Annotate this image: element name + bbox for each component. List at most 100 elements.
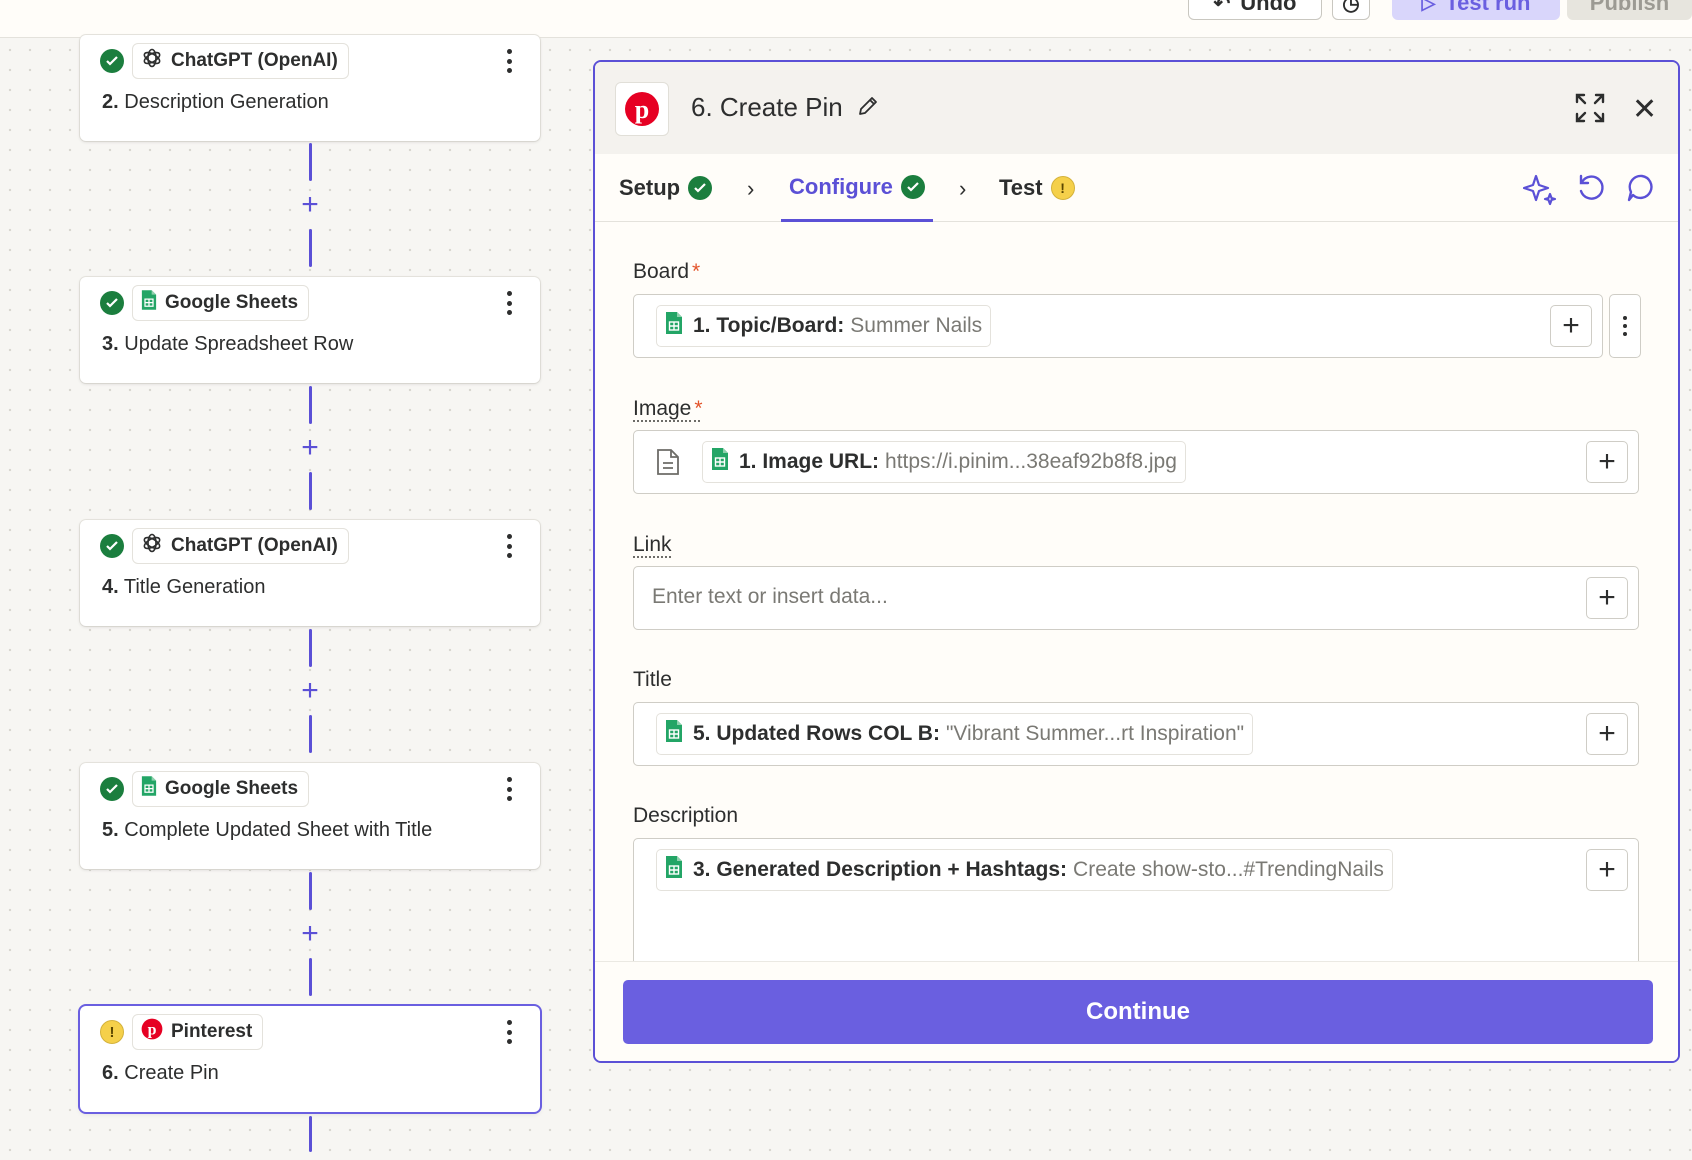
image-label: Image * — [633, 397, 703, 420]
sparkle-icon[interactable] — [1522, 172, 1557, 211]
insert-data-button[interactable]: + — [1586, 577, 1628, 619]
connector-line — [309, 386, 312, 424]
description-field[interactable]: 3. Generated Description + Hashtags: Cre… — [633, 838, 1639, 978]
panel-title: 6. Create Pin — [691, 92, 843, 122]
add-step-button[interactable]: + — [297, 190, 323, 220]
undo-icon: ↶ — [1213, 0, 1231, 15]
add-step-button[interactable]: + — [297, 433, 323, 463]
check-icon — [100, 291, 124, 315]
more-options-icon[interactable] — [500, 47, 518, 75]
warning-icon: ! — [1050, 176, 1075, 200]
app-badge: ChatGPT (OpenAI) — [132, 528, 349, 564]
openai-icon — [141, 47, 163, 75]
panel-footer: Continue — [595, 961, 1678, 1061]
connector-line — [309, 1116, 312, 1152]
continue-button[interactable]: Continue — [623, 980, 1653, 1044]
app-badge: Google Sheets — [132, 285, 310, 321]
app-badge: Google Sheets — [132, 771, 310, 807]
step-card[interactable]: Google Sheets 5. Complete Updated Sheet w… — [80, 763, 540, 869]
undo-button[interactable]: ↶ Undo — [1188, 0, 1322, 20]
field-options-button[interactable] — [1609, 294, 1641, 358]
image-field[interactable]: 1. Image URL: https://i.pinim...38eaf92b… — [633, 430, 1639, 494]
pencil-icon[interactable] — [857, 95, 879, 122]
top-toolbar: ↶ Undo ◷ ▷ Test run Publish — [0, 0, 1692, 38]
step-editor-panel: p 6. Create Pin ✕ Setup › Configure › Te… — [593, 60, 1680, 1063]
board-field[interactable]: 1. Topic/Board: Summer Nails + — [633, 294, 1603, 358]
step-title: 5. Complete Updated Sheet with Title — [102, 819, 433, 841]
close-icon[interactable]: ✕ — [1632, 95, 1657, 125]
connector-line — [309, 872, 312, 910]
connector-line — [309, 472, 312, 510]
more-options-icon[interactable] — [500, 289, 518, 317]
pinterest-icon: p — [615, 82, 669, 136]
connector-line — [309, 143, 312, 181]
connector-line — [309, 958, 312, 996]
step-title: 3. Update Spreadsheet Row — [102, 333, 354, 355]
chevron-right-icon: › — [747, 176, 755, 201]
more-options-icon[interactable] — [500, 775, 518, 803]
pinterest-icon: p — [141, 1018, 163, 1046]
step-card[interactable]: ! p Pinterest 6. Create Pin — [80, 1006, 540, 1112]
add-step-button[interactable]: + — [297, 676, 323, 706]
step-card[interactable]: ChatGPT (OpenAI) 4. Title Generation — [80, 520, 540, 626]
google-sheets-icon — [665, 855, 683, 885]
insert-data-button[interactable]: + — [1586, 441, 1628, 483]
warning-icon: ! — [100, 1020, 124, 1044]
title-field[interactable]: 5. Updated Rows COL B: "Vibrant Summer..… — [633, 702, 1639, 766]
test-run-button[interactable]: ▷ Test run — [1392, 0, 1560, 20]
document-icon — [656, 448, 680, 481]
link-label: Link — [633, 533, 672, 556]
step-card[interactable]: Google Sheets 3. Update Spreadsheet Row — [80, 277, 540, 383]
title-label: Title — [633, 668, 672, 691]
google-sheets-icon — [711, 447, 729, 477]
check-icon — [900, 174, 925, 199]
history-button[interactable]: ◷ — [1332, 0, 1370, 20]
check-icon — [100, 777, 124, 801]
connector-line — [309, 229, 312, 267]
reset-icon[interactable] — [1575, 172, 1607, 209]
insert-data-button[interactable]: + — [1550, 305, 1592, 347]
step-title: 2. Description Generation — [102, 91, 329, 113]
google-sheets-icon — [141, 775, 157, 803]
check-icon — [100, 49, 124, 73]
connector-line — [309, 629, 312, 667]
link-field[interactable]: Enter text or insert data... + — [633, 566, 1639, 630]
tab-setup[interactable]: Setup — [619, 154, 713, 222]
chevron-right-icon: › — [959, 176, 967, 201]
step-title: 4. Title Generation — [102, 576, 266, 598]
data-chip[interactable]: 1. Topic/Board: Summer Nails — [656, 305, 992, 347]
app-badge: p Pinterest — [132, 1014, 264, 1050]
comment-icon[interactable] — [1625, 172, 1657, 209]
play-icon: ▷ — [1421, 0, 1436, 13]
google-sheets-icon — [141, 289, 157, 317]
data-chip[interactable]: 1. Image URL: https://i.pinim...38eaf92b… — [702, 441, 1186, 483]
clock-icon: ◷ — [1342, 0, 1360, 15]
data-chip[interactable]: 5. Updated Rows COL B: "Vibrant Summer..… — [656, 713, 1254, 755]
openai-icon — [141, 532, 163, 560]
check-icon — [100, 534, 124, 558]
svg-text:p: p — [635, 95, 649, 124]
google-sheets-icon — [665, 311, 683, 341]
app-badge: ChatGPT (OpenAI) — [132, 43, 349, 79]
more-options-icon[interactable] — [500, 532, 518, 560]
insert-data-button[interactable]: + — [1586, 713, 1628, 755]
step-card[interactable]: ChatGPT (OpenAI) 2. Description Generatio… — [80, 35, 540, 141]
link-placeholder: Enter text or insert data... — [652, 585, 888, 608]
insert-data-button[interactable]: + — [1586, 849, 1628, 891]
expand-icon[interactable] — [1574, 92, 1606, 129]
step-title: 6. Create Pin — [102, 1062, 219, 1084]
svg-text:p: p — [148, 1022, 157, 1039]
description-label: Description — [633, 804, 739, 827]
panel-tabs: Setup › Configure › Test ! — [595, 154, 1678, 222]
check-icon — [688, 176, 713, 200]
data-chip[interactable]: 3. Generated Description + Hashtags: Cre… — [656, 849, 1393, 891]
tab-test[interactable]: Test ! — [999, 154, 1075, 222]
board-label: Board * — [633, 260, 701, 283]
tab-configure[interactable]: Configure — [781, 154, 933, 222]
google-sheets-icon — [665, 719, 683, 749]
connector-line — [309, 715, 312, 753]
publish-button[interactable]: Publish — [1567, 0, 1692, 20]
panel-header: p 6. Create Pin ✕ — [595, 62, 1678, 154]
more-options-icon[interactable] — [500, 1018, 518, 1046]
add-step-button[interactable]: + — [297, 919, 323, 949]
